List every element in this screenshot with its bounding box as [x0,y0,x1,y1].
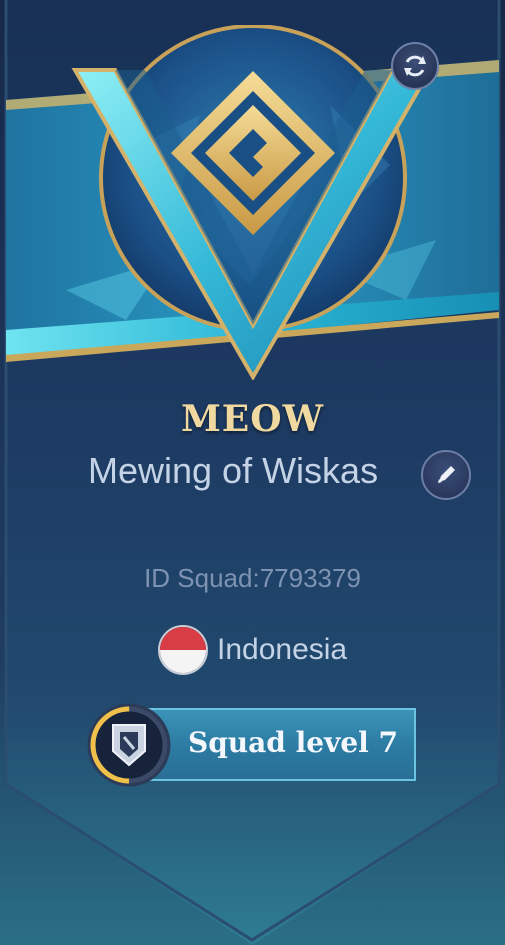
squad-level-label: Squad level 7 [188,726,399,759]
indonesia-flag-icon [158,625,208,675]
country-label: Indonesia [217,633,348,666]
refresh-button[interactable] [391,42,439,90]
squad-full-name: Mewing of Wiskas [88,450,379,491]
squad-id: ID Squad:7793379 [144,563,361,593]
squad-emblem-icon [71,25,434,380]
pencil-icon [438,466,455,483]
squad-level-badge [87,703,171,787]
squad-name: MEOW [180,398,325,440]
refresh-icon [404,55,426,77]
edit-name-button[interactable] [421,450,471,500]
